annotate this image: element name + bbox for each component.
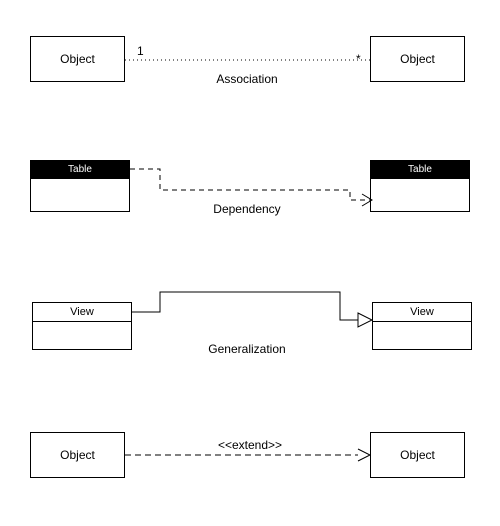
extend-stereotype: <<extend>> <box>200 438 300 452</box>
uml-relationship-diagram: Object Object 1 * Association Table Tabl… <box>0 0 500 526</box>
